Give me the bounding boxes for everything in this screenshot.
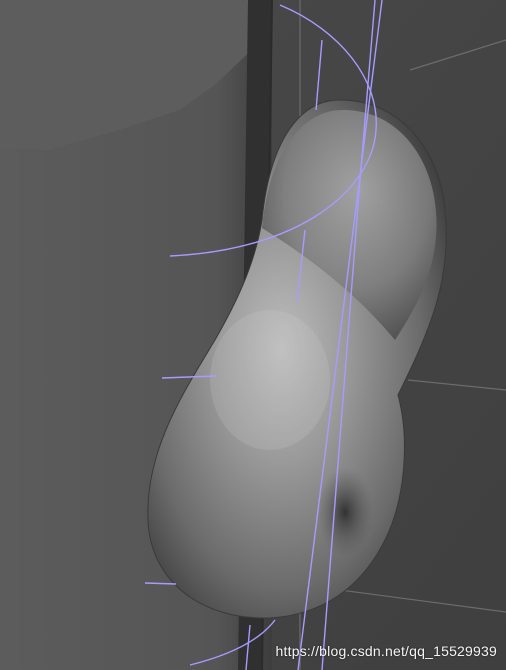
watermark-text: https://blog.csdn.net/qq_15529939: [275, 643, 497, 659]
3d-viewport[interactable]: https://blog.csdn.net/qq_15529939: [0, 0, 506, 670]
viewport-scene: [0, 0, 506, 670]
